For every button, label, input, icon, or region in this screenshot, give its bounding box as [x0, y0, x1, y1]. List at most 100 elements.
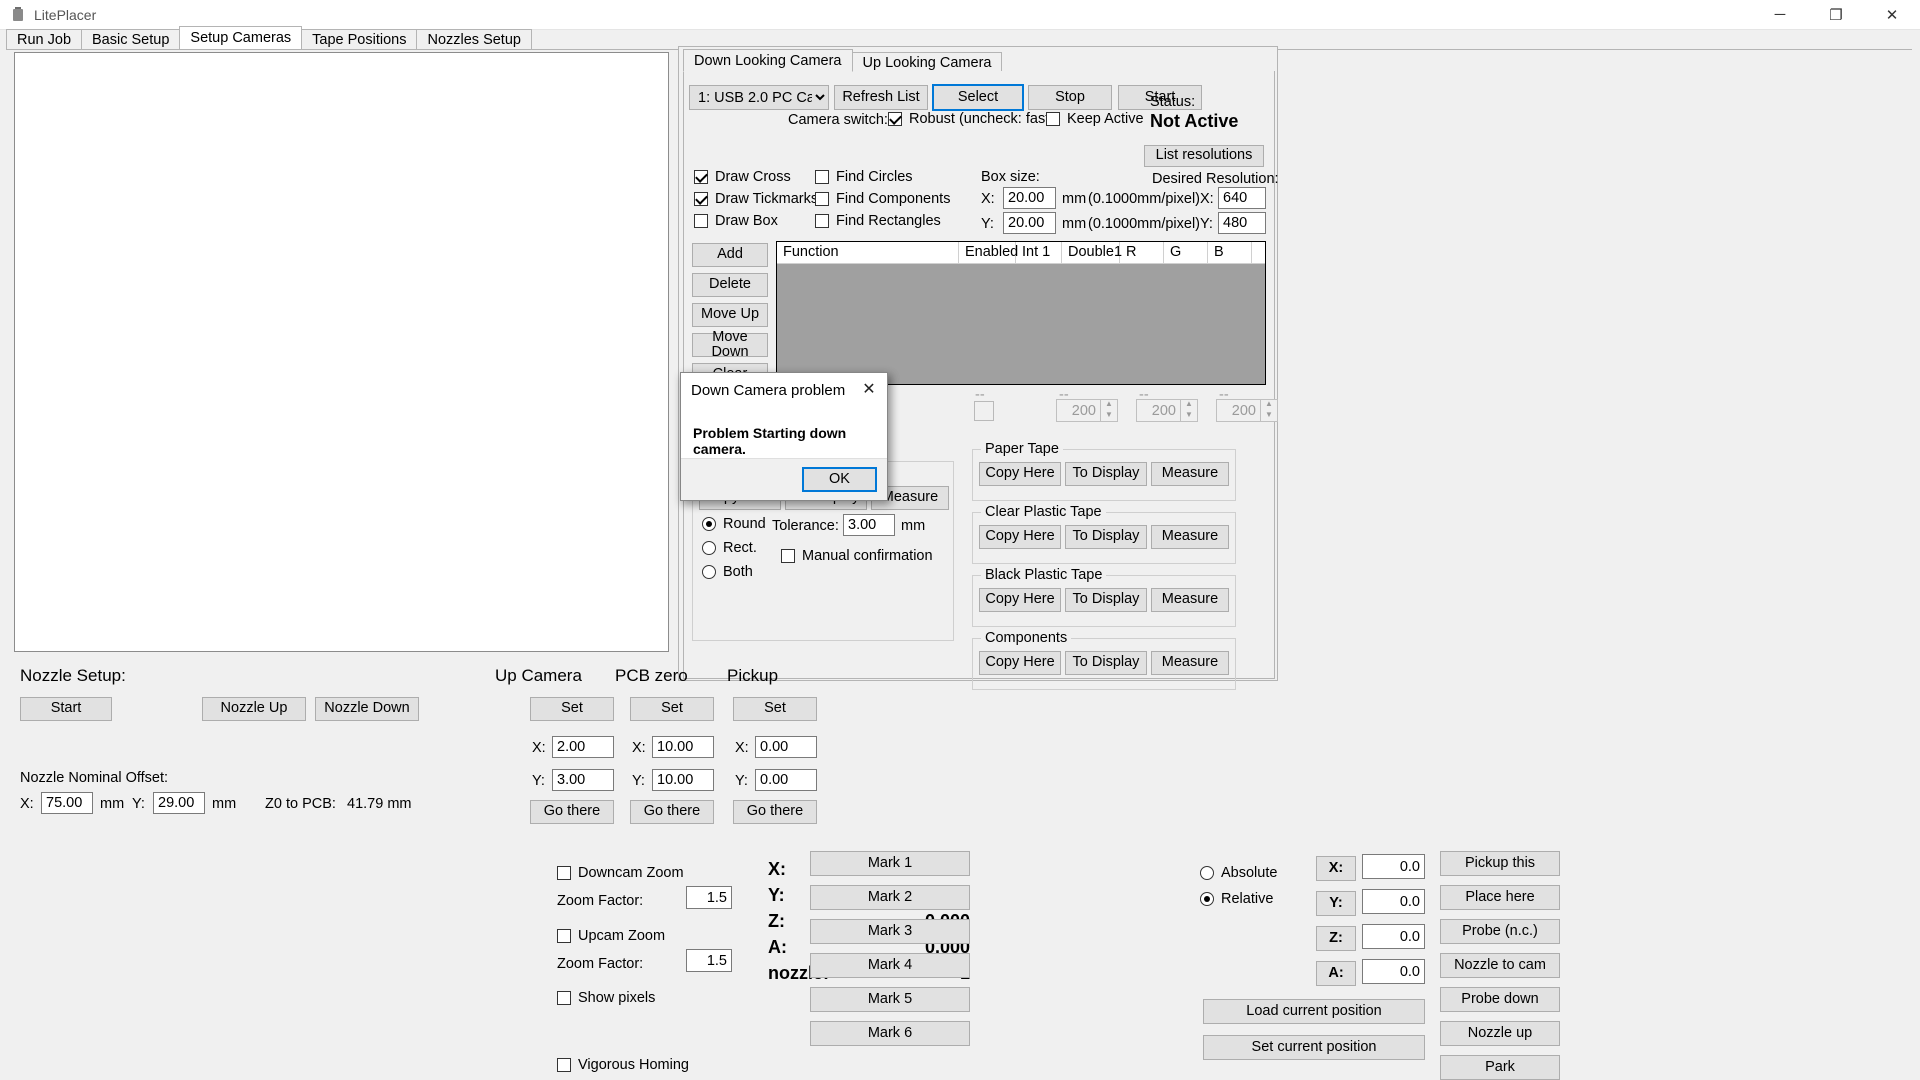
move-x-input[interactable]: 0.0	[1362, 854, 1425, 879]
pcb-zero-y-input[interactable]: 10.00	[652, 769, 714, 791]
shape-rect-radio[interactable]: Rect.	[702, 540, 757, 556]
param-spinner-1-value[interactable]: 200	[1056, 399, 1101, 422]
grid-col-int1[interactable]: Int 1	[1016, 242, 1062, 263]
clear-plastic-tape-measure-button[interactable]: Measure	[1151, 525, 1229, 549]
components-to-display-button[interactable]: To Display	[1065, 651, 1147, 675]
move-down-button[interactable]: Move Down	[692, 329, 768, 360]
absolute-radio[interactable]: Absolute	[1200, 865, 1277, 881]
vigorous-homing-checkbox[interactable]: Vigorous Homing	[557, 1057, 689, 1073]
mark-2-button[interactable]: Mark 2	[810, 885, 970, 910]
mark-1-button[interactable]: Mark 1	[810, 851, 970, 876]
move-a-input[interactable]: 0.0	[1362, 959, 1425, 984]
move-z-input[interactable]: 0.0	[1362, 924, 1425, 949]
park-button[interactable]: Park	[1440, 1055, 1560, 1080]
black-plastic-tape-to-display-button[interactable]: To Display	[1065, 588, 1147, 612]
mark-6-button[interactable]: Mark 6	[810, 1021, 970, 1046]
move-z-label-button[interactable]: Z:	[1316, 926, 1356, 951]
param-spinner-1-arrows[interactable]: ▲ ▼	[1101, 399, 1118, 422]
param-spinner-1[interactable]: 200 ▲ ▼	[1056, 399, 1118, 422]
nozzle-down-button[interactable]: Nozzle Down	[315, 697, 419, 721]
move-a-label-button[interactable]: A:	[1316, 961, 1356, 986]
manual-confirmation-checkbox[interactable]: Manual confirmation	[781, 548, 933, 564]
mark-4-button[interactable]: Mark 4	[810, 953, 970, 978]
tolerance-input[interactable]: 3.00	[843, 514, 895, 536]
tab-nozzles-setup[interactable]: Nozzles Setup	[416, 29, 532, 49]
tab-basic-setup[interactable]: Basic Setup	[81, 29, 181, 49]
mark-3-button[interactable]: Mark 3	[810, 919, 970, 944]
shape-both-radio[interactable]: Both	[702, 564, 753, 580]
upcam-zoom-factor-input[interactable]: 1.5	[686, 949, 732, 972]
mark-5-button[interactable]: Mark 5	[810, 987, 970, 1012]
tab-down-looking-camera[interactable]: Down Looking Camera	[683, 49, 853, 72]
pickup-this-button[interactable]: Pickup this	[1440, 851, 1560, 876]
grid-col-b[interactable]: B	[1208, 242, 1252, 263]
tab-tape-positions[interactable]: Tape Positions	[301, 29, 418, 49]
find-components-checkbox[interactable]: Find Components	[815, 191, 950, 207]
dialog-ok-button[interactable]: OK	[802, 467, 877, 492]
keep-active-checkbox[interactable]: Keep Active	[1046, 111, 1144, 127]
grid-col-function[interactable]: Function	[777, 242, 959, 263]
draw-box-checkbox[interactable]: Draw Box	[694, 213, 778, 229]
pickup-x-input[interactable]: 0.00	[755, 736, 817, 758]
paper-tape-measure-button[interactable]: Measure	[1151, 462, 1229, 486]
tab-run-job[interactable]: Run Job	[6, 29, 83, 49]
clear-plastic-tape-to-display-button[interactable]: To Display	[1065, 525, 1147, 549]
black-plastic-tape-measure-button[interactable]: Measure	[1151, 588, 1229, 612]
move-y-input[interactable]: 0.0	[1362, 889, 1425, 914]
list-resolutions-button[interactable]: List resolutions	[1144, 145, 1264, 167]
select-camera-button[interactable]: Select	[932, 84, 1024, 111]
up-camera-x-input[interactable]: 2.00	[552, 736, 614, 758]
draw-cross-checkbox[interactable]: Draw Cross	[694, 169, 791, 185]
up-camera-set-button[interactable]: Set	[530, 697, 614, 721]
param-spinner-3[interactable]: 200 ▲ ▼	[1216, 399, 1278, 422]
tab-setup-cameras[interactable]: Setup Cameras	[179, 26, 303, 49]
pickup-go-there-button[interactable]: Go there	[733, 800, 817, 824]
relative-radio[interactable]: Relative	[1200, 891, 1273, 907]
param-spinner-2-value[interactable]: 200	[1136, 399, 1181, 422]
draw-tickmarks-checkbox[interactable]: Draw Tickmarks	[694, 191, 818, 207]
minimize-button[interactable]: ─	[1752, 0, 1808, 30]
delete-function-button[interactable]: Delete	[692, 273, 768, 297]
upcam-zoom-checkbox[interactable]: Upcam Zoom	[557, 928, 665, 944]
find-circles-checkbox[interactable]: Find Circles	[815, 169, 913, 185]
move-y-label-button[interactable]: Y:	[1316, 891, 1356, 916]
function-grid[interactable]: Function Enabled Int 1 Double1 R G B	[776, 241, 1266, 385]
refresh-list-button[interactable]: Refresh List	[834, 85, 928, 110]
paper-tape-to-display-button[interactable]: To Display	[1065, 462, 1147, 486]
box-size-x-input[interactable]: 20.00	[1003, 187, 1056, 209]
maximize-button[interactable]: ❐	[1808, 0, 1864, 30]
param-spinner-2-arrows[interactable]: ▲ ▼	[1181, 399, 1198, 422]
stop-camera-button[interactable]: Stop	[1028, 85, 1112, 110]
param-spinner-3-arrows[interactable]: ▲ ▼	[1261, 399, 1278, 422]
pickup-y-input[interactable]: 0.00	[755, 769, 817, 791]
pcb-zero-x-input[interactable]: 10.00	[652, 736, 714, 758]
load-current-position-button[interactable]: Load current position	[1203, 999, 1425, 1024]
close-button[interactable]: ✕	[1864, 0, 1920, 30]
pcb-zero-go-there-button[interactable]: Go there	[630, 800, 714, 824]
components-copy-here-button[interactable]: Copy Here	[979, 651, 1061, 675]
downcam-zoom-factor-input[interactable]: 1.5	[686, 886, 732, 909]
nozzle-offset-x-input[interactable]: 75.00	[41, 792, 93, 814]
move-up-button[interactable]: Move Up	[692, 303, 768, 327]
probe-nc-button[interactable]: Probe (n.c.)	[1440, 919, 1560, 944]
grid-col-double1[interactable]: Double1	[1062, 242, 1122, 263]
robust-checkbox[interactable]: Robust (uncheck: fast)	[888, 111, 1054, 127]
grid-col-r[interactable]: R	[1120, 242, 1164, 263]
nozzle-up-button[interactable]: Nozzle Up	[202, 697, 306, 721]
nozzle-to-cam-button[interactable]: Nozzle to cam	[1440, 953, 1560, 978]
param-enabled-checkbox[interactable]	[974, 401, 1001, 421]
dialog-close-icon[interactable]: ✕	[855, 377, 883, 401]
add-function-button[interactable]: Add	[692, 243, 768, 267]
up-camera-go-there-button[interactable]: Go there	[530, 800, 614, 824]
find-rectangles-checkbox[interactable]: Find Rectangles	[815, 213, 941, 229]
pickup-set-button[interactable]: Set	[733, 697, 817, 721]
black-plastic-tape-copy-here-button[interactable]: Copy Here	[979, 588, 1061, 612]
box-size-y-input[interactable]: 20.00	[1003, 212, 1056, 234]
param-spinner-2[interactable]: 200 ▲ ▼	[1136, 399, 1198, 422]
desired-resolution-y-input[interactable]: 480	[1218, 212, 1266, 234]
probe-down-button[interactable]: Probe down	[1440, 987, 1560, 1012]
param-spinner-3-value[interactable]: 200	[1216, 399, 1261, 422]
show-pixels-checkbox[interactable]: Show pixels	[557, 990, 655, 1006]
nozzle-setup-start-button[interactable]: Start	[20, 697, 112, 721]
nozzle-up-action-button[interactable]: Nozzle up	[1440, 1021, 1560, 1046]
